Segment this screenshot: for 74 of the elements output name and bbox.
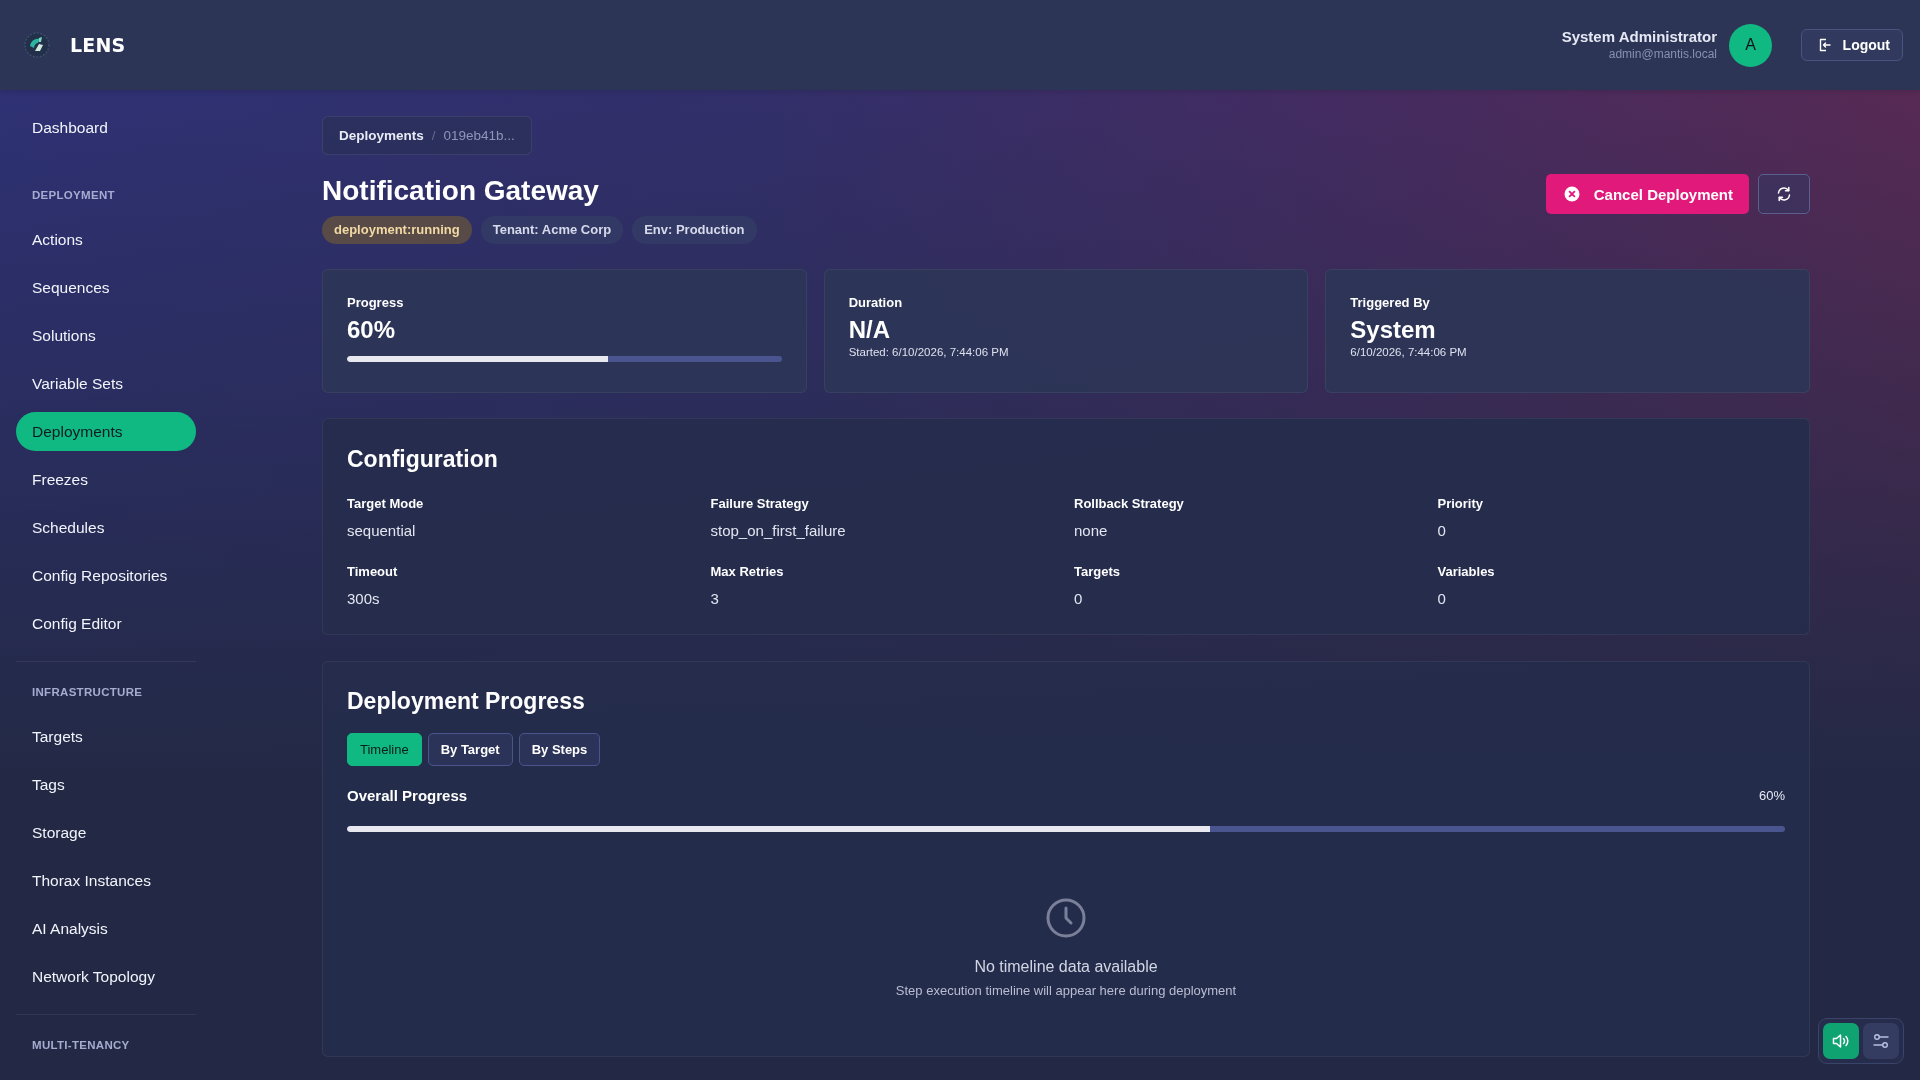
- field-value: 0: [1074, 589, 1083, 609]
- field-label: Variables: [1437, 564, 1495, 580]
- nav-item[interactable]: Sequences: [16, 268, 196, 307]
- stat-note: 6/10/2026, 7:44:06 PM: [1350, 345, 1468, 359]
- field-label: Target Mode: [347, 496, 424, 512]
- status-badge: deployment:running: [322, 216, 472, 244]
- nav-item[interactable]: Deployments: [16, 412, 196, 451]
- breadcrumb-current: 019eb41b...: [443, 128, 515, 143]
- cancel-icon: [1563, 186, 1580, 202]
- empty-state-message: Step execution timeline will appear here during deployment: [895, 983, 1237, 999]
- empty-state-title: No timeline data available: [974, 957, 1158, 977]
- logout-button[interactable]: Logout: [1801, 29, 1903, 61]
- stat-note: Started: 6/10/2026, 7:44:06 PM: [848, 345, 1010, 359]
- brand-name: LENS: [70, 34, 126, 56]
- nav-item[interactable]: Targets: [16, 717, 196, 756]
- stat-value: 60%: [347, 316, 397, 344]
- view-tab[interactable]: By Steps: [518, 733, 601, 766]
- view-tab[interactable]: By Target: [427, 733, 513, 766]
- section-heading: INFRASTRUCTURE: [32, 685, 144, 700]
- nav-item[interactable]: Config Editor: [16, 604, 196, 643]
- section-heading: DEPLOYMENT: [32, 188, 116, 203]
- view-tab[interactable]: Timeline: [347, 733, 422, 766]
- stat-value: N/A: [848, 316, 891, 344]
- field-label: Rollback Strategy: [1074, 496, 1184, 512]
- user-email: admin@mantis.local: [1608, 46, 1717, 62]
- user-avatar: A: [1729, 23, 1772, 67]
- overall-progress-label: Overall Progress: [347, 786, 468, 804]
- field-label: Targets: [1074, 564, 1120, 580]
- section-heading: MULTI-TENANCY: [32, 1038, 131, 1053]
- speaker-icon: [1832, 1033, 1850, 1049]
- breadcrumb-separator: /: [431, 128, 436, 143]
- nav-item[interactable]: Actions: [16, 220, 196, 259]
- settings-button[interactable]: [1863, 1023, 1899, 1059]
- section-title: Deployment Progress: [347, 687, 586, 715]
- breadcrumb-link[interactable]: Deployments: [339, 128, 424, 143]
- field-value: 300s: [347, 589, 380, 609]
- nav-item[interactable]: Storage: [16, 813, 196, 852]
- field-value: 3: [710, 589, 719, 609]
- sound-button[interactable]: [1823, 1023, 1859, 1059]
- tag-badge: Env: Production: [632, 216, 757, 244]
- section-title: Configuration: [347, 445, 499, 473]
- field-value: 0: [1437, 521, 1446, 541]
- nav-item[interactable]: Solutions: [16, 316, 196, 355]
- nav-item[interactable]: Schedules: [16, 508, 196, 547]
- stat-label: Progress: [347, 295, 405, 311]
- nav-item[interactable]: Freezes: [16, 460, 196, 499]
- cancel-deployment-button[interactable]: Cancel Deployment: [1545, 174, 1749, 214]
- field-label: Timeout: [347, 564, 398, 580]
- refresh-button[interactable]: [1758, 174, 1810, 214]
- stat-label: Duration: [848, 295, 904, 311]
- nav-item[interactable]: Thorax Instances: [16, 861, 196, 900]
- nav-item[interactable]: Config Repositories: [16, 556, 196, 595]
- nav-item[interactable]: Dashboard: [16, 108, 196, 147]
- field-label: Max Retries: [710, 564, 784, 580]
- field-value: sequential: [347, 521, 416, 541]
- nav-item[interactable]: AI Analysis: [16, 909, 196, 948]
- nav-item[interactable]: Variable Sets: [16, 364, 196, 403]
- user-name: System Administrator: [1561, 28, 1717, 46]
- clock-icon: [1046, 898, 1086, 938]
- logo-icon: [24, 32, 50, 58]
- stat-label: Triggered By: [1350, 295, 1431, 311]
- progress-reading: 60%: [1758, 787, 1785, 803]
- field-label: Failure Strategy: [710, 496, 809, 512]
- sliders-icon: [1873, 1033, 1889, 1049]
- nav-item[interactable]: Tags: [16, 765, 196, 804]
- field-label: Priority: [1437, 496, 1483, 512]
- stat-value: System: [1350, 316, 1437, 344]
- field-value: none: [1074, 521, 1108, 541]
- field-value: stop_on_first_failure: [710, 521, 846, 541]
- tag-badge: Tenant: Acme Corp: [480, 216, 624, 244]
- field-value: 0: [1437, 589, 1446, 609]
- refresh-icon: [1776, 186, 1792, 202]
- nav-item[interactable]: Network Topology: [16, 957, 196, 996]
- page-title: Notification Gateway: [322, 174, 600, 208]
